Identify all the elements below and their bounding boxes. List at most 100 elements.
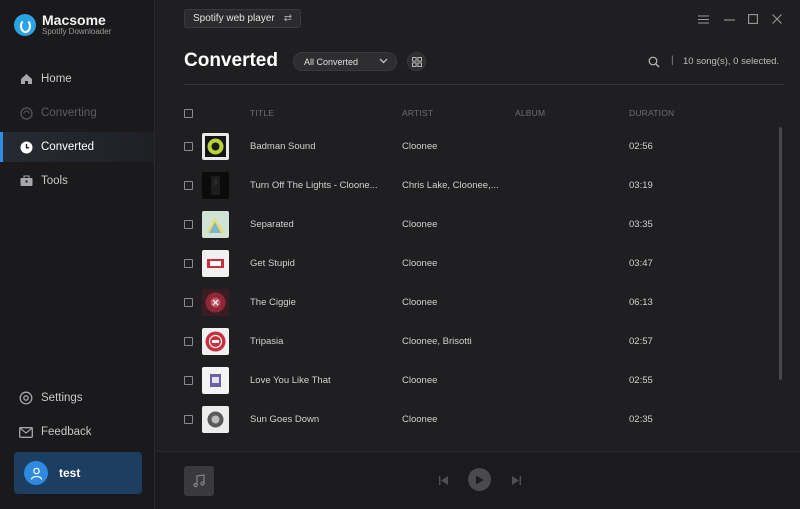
spotify-web-player-button[interactable]: Spotify web player ⇄	[184, 9, 302, 28]
sidebar-item-settings[interactable]: Settings	[0, 383, 154, 413]
row-checkbox[interactable]	[184, 220, 193, 229]
album-cover	[202, 250, 229, 277]
album-cover	[202, 367, 229, 394]
skip-back-icon	[438, 475, 448, 485]
row-duration: 02:56	[629, 141, 653, 152]
row-artist: Cloonee, Brisotti	[402, 336, 472, 347]
maximize-icon[interactable]	[746, 12, 760, 26]
macsome-logo-icon	[14, 14, 36, 36]
selection-count: 10 song(s), 0 selected.	[683, 56, 780, 67]
row-duration: 03:35	[629, 219, 653, 230]
row-title: Get Stupid	[250, 258, 295, 269]
table-row[interactable]: Separated Cloonee 03:35	[156, 205, 776, 244]
page-title: Converted	[184, 50, 278, 71]
play-button[interactable]	[468, 468, 491, 491]
swap-icon: ⇄	[283, 13, 293, 24]
row-duration: 03:47	[629, 258, 653, 269]
sidebar-item-converted[interactable]: Converted	[0, 132, 154, 162]
row-title: Turn Off The Lights - Cloone...	[250, 180, 378, 191]
sidebar: Macsome Spotify Downloader Home Converti…	[0, 0, 155, 509]
home-icon	[19, 72, 33, 86]
app-subtitle: Spotify Downloader	[42, 27, 112, 36]
avatar	[24, 461, 48, 485]
table-row[interactable]: Tripasia Cloonee, Brisotti 02:57	[156, 322, 776, 361]
menu-icon[interactable]	[696, 12, 710, 26]
filter-dropdown[interactable]: All Converted	[293, 52, 397, 71]
header-separator: |	[671, 55, 674, 66]
row-artist: Cloonee	[402, 375, 438, 386]
row-duration: 06:13	[629, 297, 653, 308]
sidebar-item-label: Home	[41, 73, 72, 85]
table-row[interactable]: Turn Off The Lights - Cloone... Chris La…	[156, 166, 776, 205]
sidebar-item-label: Tools	[41, 175, 68, 187]
row-artist: Cloonee	[402, 414, 438, 425]
row-checkbox[interactable]	[184, 142, 193, 151]
user-name: test	[59, 466, 81, 480]
column-header-artist[interactable]: ARTIST	[402, 108, 433, 118]
column-header-title[interactable]: TITLE	[250, 108, 274, 118]
sidebar-item-tools[interactable]: Tools	[0, 166, 154, 196]
sidebar-item-label: Converting	[41, 107, 97, 119]
album-cover	[202, 133, 229, 160]
play-icon	[476, 475, 484, 484]
main-panel: Spotify web player ⇄ Converted All Conve…	[156, 0, 800, 509]
next-track-button[interactable]	[509, 473, 523, 487]
row-title: Sun Goes Down	[250, 414, 320, 425]
row-duration: 02:57	[629, 336, 653, 347]
row-checkbox[interactable]	[184, 181, 193, 190]
grid-icon	[411, 56, 422, 67]
row-title: Tripasia	[250, 336, 284, 347]
column-header-album[interactable]: ALBUM	[515, 108, 545, 118]
sidebar-item-label: Converted	[41, 141, 95, 153]
source-button-label: Spotify web player	[193, 13, 275, 24]
table-row[interactable]: Love You Like That Cloonee 02:55	[156, 361, 776, 400]
sidebar-item-label: Feedback	[41, 426, 92, 438]
table-row[interactable]: Badman Sound Cloonee 02:56	[156, 127, 776, 166]
music-note-icon	[193, 474, 205, 488]
row-checkbox[interactable]	[184, 298, 193, 307]
minimize-icon[interactable]	[722, 12, 736, 26]
skip-forward-icon	[511, 475, 521, 485]
clock-icon	[19, 140, 33, 154]
row-checkbox[interactable]	[184, 376, 193, 385]
now-playing-art	[184, 466, 214, 496]
toolbox-icon	[19, 174, 33, 188]
row-title: Love You Like That	[250, 375, 331, 386]
mail-icon	[19, 425, 33, 439]
table-row[interactable]: Get Stupid Cloonee 03:47	[156, 244, 776, 283]
header-divider	[184, 84, 784, 85]
search-icon[interactable]	[648, 55, 662, 69]
user-account-button[interactable]: test	[14, 452, 142, 494]
brand: Macsome Spotify Downloader	[14, 13, 111, 37]
row-title: The Ciggie	[250, 297, 296, 308]
user-icon	[30, 467, 42, 480]
column-header-duration[interactable]: DURATION	[629, 108, 674, 118]
album-cover	[202, 289, 229, 316]
row-checkbox[interactable]	[184, 337, 193, 346]
album-cover	[202, 211, 229, 238]
close-icon[interactable]	[770, 12, 784, 26]
row-checkbox[interactable]	[184, 415, 193, 424]
previous-track-button[interactable]	[436, 473, 450, 487]
row-artist: Cloonee	[402, 258, 438, 269]
player-bar	[156, 451, 800, 509]
app-name: Macsome	[42, 12, 106, 28]
sidebar-item-converting[interactable]: Converting	[0, 98, 154, 128]
row-checkbox[interactable]	[184, 259, 193, 268]
converting-icon	[19, 106, 33, 120]
select-all-checkbox[interactable]	[184, 109, 193, 118]
table-row[interactable]: The Ciggie Cloonee 06:13	[156, 283, 776, 322]
row-artist: Cloonee	[402, 219, 438, 230]
row-artist: Cloonee	[402, 141, 438, 152]
chevron-down-icon	[379, 56, 388, 68]
album-cover	[202, 328, 229, 355]
row-duration: 02:35	[629, 414, 653, 425]
album-cover	[202, 406, 229, 433]
sidebar-item-feedback[interactable]: Feedback	[0, 417, 154, 447]
sidebar-item-home[interactable]: Home	[0, 64, 154, 94]
scrollbar-thumb[interactable]	[779, 127, 782, 380]
grid-view-button[interactable]	[407, 52, 426, 71]
table-row[interactable]: Sun Goes Down Cloonee 02:35	[156, 400, 776, 439]
row-duration: 03:19	[629, 180, 653, 191]
row-artist: Chris Lake, Cloonee,...	[402, 180, 499, 191]
